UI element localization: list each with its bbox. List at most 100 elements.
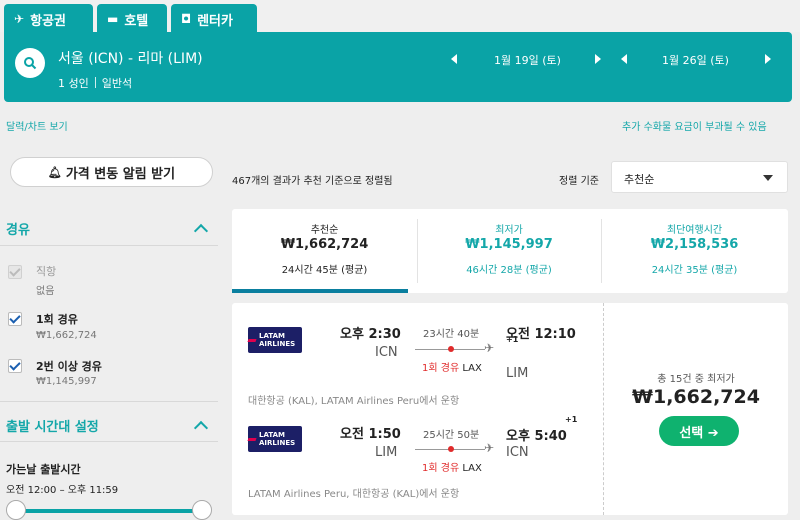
sort-tab-price: ₩1,662,724	[280, 237, 369, 252]
tab-cars[interactable]: ◘ 렌터카	[171, 4, 257, 34]
plane-icon: ✈	[484, 341, 495, 355]
sort-tab-cheapest[interactable]: 최저가 ₩1,145,997 46시간 28분 (평균)	[417, 209, 601, 293]
two-plus-stops-price: ₩1,145,997	[36, 376, 97, 387]
result-count: 467개의 결과가 추천 기준으로 정렬됨	[232, 176, 393, 187]
prev-return-date-arrow[interactable]	[621, 54, 627, 64]
inbound-duration: 25시간 50분	[423, 430, 480, 441]
sort-tab-title: 최단여행시간	[666, 225, 723, 236]
stop-dot	[448, 446, 454, 452]
price: ₩1,662,724	[632, 386, 760, 408]
sort-tab-fastest[interactable]: 최단여행시간 ₩2,158,536 24시간 35분 (평균)	[601, 209, 788, 293]
cabin-class: 일반석	[101, 77, 133, 90]
chevron-up-icon[interactable]	[193, 420, 209, 436]
nonstop-label: 직항	[36, 265, 57, 278]
tab-flights[interactable]: ✈ 항공권	[4, 4, 93, 34]
active-tab-indicator	[232, 289, 408, 293]
sort-select[interactable]: 추천순	[611, 161, 788, 193]
tab-label: 호텔	[124, 13, 149, 29]
route-text[interactable]: 서울 (ICN) - 리마 (LIM)	[58, 48, 203, 68]
inbound-arrive-airport: ICN	[506, 445, 529, 460]
depart-time-slider[interactable]	[10, 509, 206, 513]
itinerary-card[interactable]: LATAM AIRLINES 오후 2:30 ICN 23시간 40분 ✈ 1회…	[232, 303, 788, 515]
next-depart-date-arrow[interactable]	[595, 54, 601, 64]
nonstop-checkbox[interactable]	[8, 265, 22, 279]
stop-count: 1회 경유	[422, 463, 460, 474]
outbound-depart-time: 오후 2:30	[340, 327, 401, 342]
stop-count: 1회 경유	[422, 363, 460, 374]
divider	[0, 441, 218, 442]
inbound-depart-airport: LIM	[375, 445, 398, 460]
outbound-stops: 1회 경유 LAX	[422, 359, 482, 374]
calendar-link[interactable]: 달력/차트 보기	[6, 118, 68, 133]
tab-hotels[interactable]: ▬ 호텔	[97, 4, 167, 34]
day-offset: +1	[565, 415, 578, 424]
bell-icon: 🔔︎	[47, 165, 62, 179]
search-icon	[24, 57, 37, 70]
price-alert-label: 가격 변동 알림 받기	[65, 166, 176, 182]
one-stop-price: ₩1,662,724	[36, 330, 97, 341]
divider	[603, 303, 604, 515]
sort-tab-price: ₩2,158,536	[650, 237, 739, 252]
one-stop-label: 1회 경유	[36, 313, 78, 326]
tab-label: 렌터카	[197, 13, 233, 29]
price-alert-button[interactable]: 🔔︎ 가격 변동 알림 받기	[10, 157, 213, 187]
passenger-count: 1 성인	[58, 77, 89, 90]
baggage-fee-link[interactable]: 추가 수화물 요금이 부과될 수 있음	[622, 118, 767, 133]
tab-label: 항공권	[30, 13, 66, 29]
prev-depart-date-arrow[interactable]	[451, 54, 457, 64]
divider	[0, 401, 218, 402]
plane-icon: ✈	[14, 12, 25, 26]
day-offset: +1	[506, 335, 519, 344]
one-stop-checkbox[interactable]	[8, 312, 22, 326]
depart-time-label: 가는날 출발시간	[6, 463, 81, 476]
time-section-title[interactable]: 출발 시간대 설정	[6, 416, 99, 435]
divider	[0, 245, 218, 246]
sort-tab-duration: 46시간 28분 (평균)	[466, 265, 552, 276]
airline-name: LATAM AIRLINES	[259, 431, 296, 447]
return-date[interactable]: 1월 26일 (토)	[662, 50, 729, 70]
inbound-stops: 1회 경유 LAX	[422, 459, 482, 474]
sort-tabs: 추천순 ₩1,662,724 24시간 45분 (평균) 최저가 ₩1,145,…	[232, 209, 788, 293]
airline-logo: LATAM AIRLINES	[247, 327, 302, 353]
sort-tab-title: 추천순	[310, 225, 339, 236]
plane-icon: ✈	[484, 441, 495, 455]
inbound-depart-time: 오전 1:50	[340, 427, 401, 442]
chevron-up-icon[interactable]	[193, 223, 209, 239]
price-label: 총 15건 중 최저가	[657, 374, 735, 385]
search-button[interactable]	[15, 48, 45, 78]
passenger-info[interactable]: 1 성인 일반석	[58, 75, 132, 91]
product-tabs: ✈ 항공권 ▬ 호텔 ◘ 렌터카	[0, 0, 800, 34]
airline-name: LATAM AIRLINES	[259, 332, 296, 348]
inbound-arrive-time: 오후 5:40	[506, 429, 567, 444]
nonstop-price: 없음	[36, 286, 55, 297]
sort-tab-recommended[interactable]: 추천순 ₩1,662,724 24시간 45분 (평균)	[232, 209, 417, 293]
stops-section-title[interactable]: 경유	[6, 219, 30, 238]
next-return-date-arrow[interactable]	[765, 54, 771, 64]
outbound-duration: 23시간 40분	[423, 329, 480, 340]
car-icon: ◘	[181, 12, 192, 26]
search-summary: 서울 (ICN) - 리마 (LIM) 1 성인 일반석 1월 19일 (토) 1…	[4, 32, 792, 102]
sort-tab-price: ₩1,145,997	[465, 237, 553, 252]
slider-handle-start[interactable]	[6, 500, 26, 520]
sort-tab-duration: 24시간 35분 (평균)	[651, 265, 738, 276]
sort-value: 추천순	[624, 173, 655, 186]
two-plus-stops-checkbox[interactable]	[8, 359, 22, 373]
bed-icon: ▬	[107, 12, 119, 26]
sort-tab-duration: 24시간 45분 (평균)	[281, 265, 368, 276]
depart-time-range: 오전 12:00 – 오후 11:59	[6, 485, 119, 496]
outbound-arrive-airport: LIM	[506, 366, 529, 381]
inbound-operated-by: LATAM Airlines Peru, 대한항공 (KAL)에서 운항	[248, 489, 460, 500]
caret-down-icon	[763, 175, 773, 181]
sort-tab-title: 최저가	[495, 225, 523, 236]
depart-date[interactable]: 1월 19일 (토)	[494, 50, 561, 70]
sort-label: 정렬 기준	[559, 176, 599, 187]
outbound-operated-by: 대한항공 (KAL), LATAM Airlines Peru에서 운항	[248, 396, 460, 407]
two-plus-stops-label: 2번 이상 경유	[36, 360, 102, 373]
stop-airport: LAX	[462, 463, 482, 474]
slider-handle-end[interactable]	[192, 500, 212, 520]
stop-dot	[448, 346, 454, 352]
outbound-depart-airport: ICN	[375, 345, 398, 360]
select-button[interactable]: 선택 ➔	[659, 416, 739, 446]
airline-logo: LATAM AIRLINES	[247, 426, 302, 452]
stop-airport: LAX	[462, 363, 482, 374]
